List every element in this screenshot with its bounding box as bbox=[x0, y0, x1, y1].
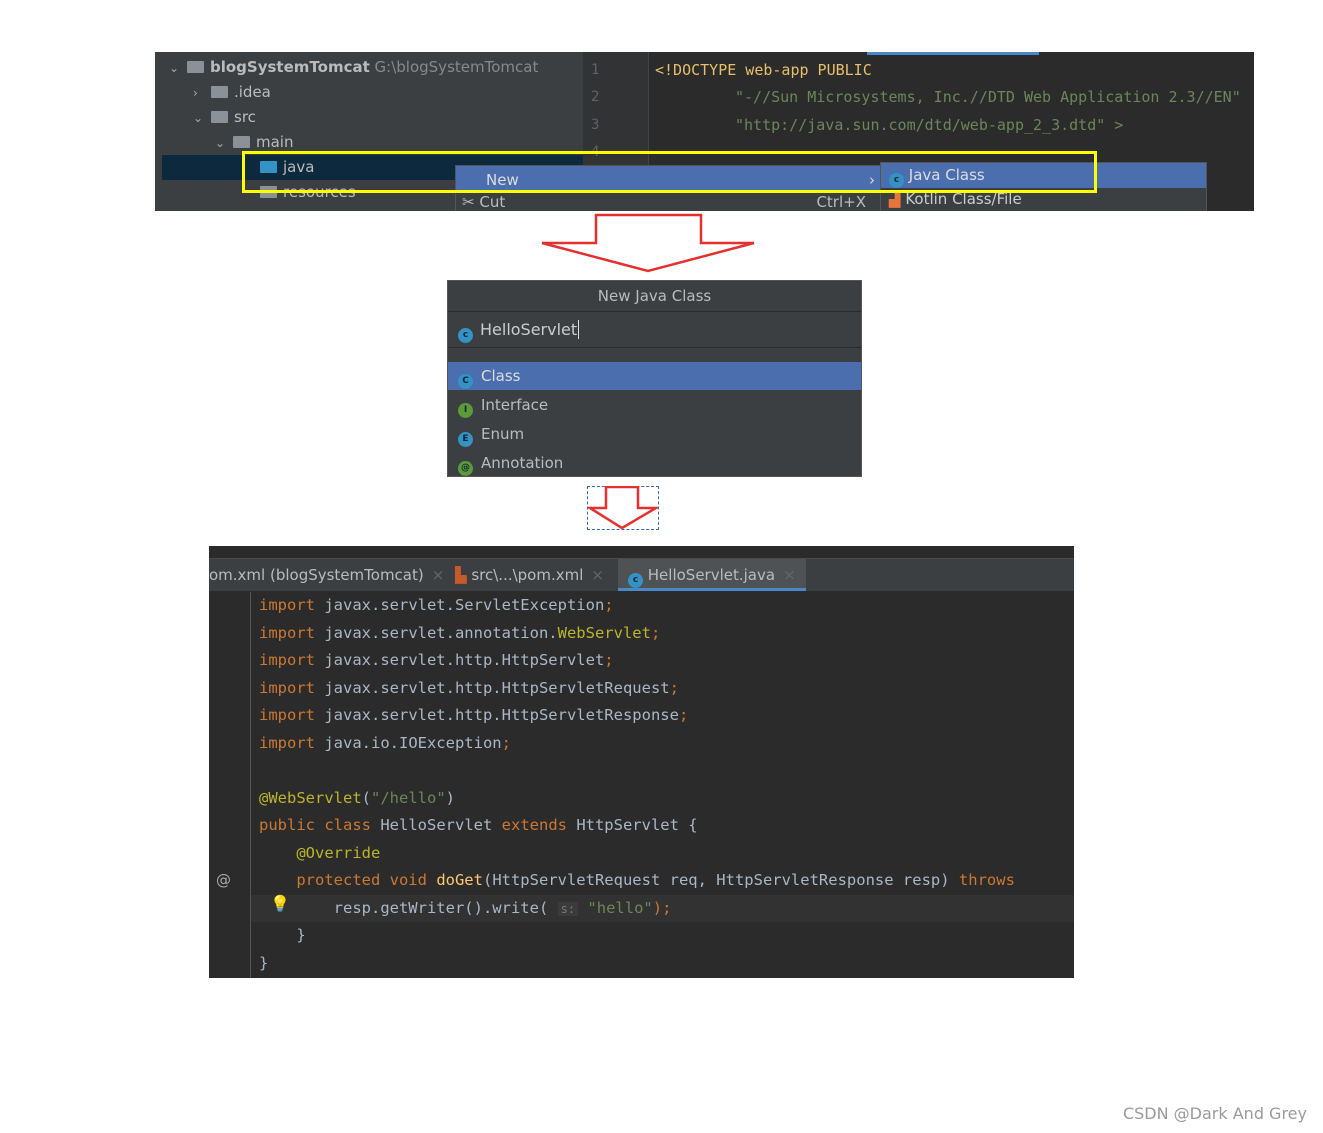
code-line: import javax.servlet.http.HttpServletRes… bbox=[259, 706, 688, 724]
code-token: import bbox=[259, 623, 325, 642]
code-token: resp.getWriter().write( bbox=[259, 898, 558, 917]
code-line: <!DOCTYPE web-app PUBLIC bbox=[655, 61, 872, 79]
code-line: import java.io.IOException; bbox=[259, 734, 511, 752]
tab-helloservlet-java[interactable]: c HelloServlet.java × bbox=[618, 559, 806, 591]
folder-icon bbox=[187, 61, 204, 73]
code-line: protected void doGet(HttpServletRequest … bbox=[259, 871, 1015, 889]
code-token: HelloServlet bbox=[380, 816, 502, 834]
code-token: protected void bbox=[259, 871, 437, 889]
code-token: "/hello" bbox=[371, 788, 446, 807]
tree-item-src[interactable]: ⌄ src bbox=[193, 105, 256, 130]
code-token: ; bbox=[669, 678, 679, 697]
editor-tabs: om.xml (blogSystemTomcat) × ▙ src\...\pom… bbox=[209, 558, 1074, 591]
code-token: s: bbox=[557, 901, 579, 916]
close-icon[interactable]: × bbox=[432, 566, 445, 584]
dialog-title: New Java Class bbox=[448, 281, 861, 312]
close-icon[interactable]: × bbox=[591, 566, 604, 584]
code-line: @WebServlet("/hello") bbox=[259, 789, 455, 807]
code-token: public class bbox=[259, 816, 381, 834]
code-token: extends bbox=[501, 816, 577, 834]
tab-src-pom-xml[interactable]: ▙ src\...\pom.xml × bbox=[455, 559, 604, 591]
code-token: @Override bbox=[259, 843, 381, 862]
code-token: } bbox=[259, 926, 306, 944]
maven-icon: ▙ bbox=[455, 566, 467, 584]
kind-option-enum[interactable]: E Enum bbox=[448, 420, 861, 448]
code-token: ) bbox=[445, 788, 455, 807]
kind-icon: C bbox=[458, 374, 473, 389]
code-token: import bbox=[259, 596, 325, 614]
code-token: HttpServlet { bbox=[576, 816, 698, 834]
kind-icon: E bbox=[458, 432, 473, 447]
editor-tab-indicator bbox=[867, 52, 1039, 55]
code-token: javax.servlet.annotation. bbox=[324, 623, 558, 642]
watermark: CSDN @Dark And Grey bbox=[1122, 1104, 1307, 1123]
code-token: javax.servlet.ServletException bbox=[324, 596, 605, 614]
tree-item-project[interactable]: ⌄ blogSystemTomcat G:\blogSystemTomcat bbox=[169, 55, 538, 80]
new-java-class-dialog: New Java Class c HelloServlet C Class I Inte… bbox=[447, 280, 862, 477]
code-token: import bbox=[259, 651, 325, 669]
code-line: import javax.servlet.ServletException; bbox=[259, 596, 614, 614]
folder-icon bbox=[211, 86, 228, 98]
highlight-box bbox=[242, 151, 1097, 193]
code-token: javax.servlet.http.HttpServlet bbox=[324, 651, 605, 669]
override-marker-icon[interactable]: @ bbox=[216, 871, 231, 889]
down-arrow-icon bbox=[588, 486, 658, 530]
code-token: WebServlet bbox=[557, 623, 651, 642]
down-arrow-icon bbox=[541, 213, 755, 273]
class-icon: c bbox=[628, 573, 643, 588]
code-token: @WebServlet bbox=[259, 788, 362, 807]
code-line: "http://java.sun.com/dtd/web-app_2_3.dtd… bbox=[735, 116, 1124, 134]
kind-option-annotation[interactable]: @ Annotation bbox=[448, 449, 861, 477]
code-line: import javax.servlet.http.HttpServlet; bbox=[259, 651, 614, 669]
code-token: ; bbox=[604, 596, 614, 614]
folder-icon bbox=[233, 136, 250, 148]
code-line: import javax.servlet.http.HttpServletReq… bbox=[259, 679, 679, 697]
code-token: ; bbox=[678, 706, 689, 724]
code-line: } bbox=[259, 954, 268, 972]
code-line: "-//Sun Microsystems, Inc.//DTD Web Appl… bbox=[735, 88, 1241, 106]
kind-option-interface[interactable]: I Interface bbox=[448, 391, 861, 419]
code-token: ; bbox=[501, 733, 511, 752]
close-icon[interactable]: × bbox=[783, 566, 796, 584]
kind-icon: I bbox=[458, 403, 473, 418]
kind-option-class[interactable]: C Class bbox=[448, 362, 861, 390]
code-token: java.io.IOException bbox=[324, 733, 502, 752]
code-token: } bbox=[259, 953, 269, 972]
code-token: ; bbox=[604, 651, 614, 669]
code-editor-screenshot: om.xml (blogSystemTomcat) × ▙ src\...\pom… bbox=[209, 546, 1074, 978]
code-token: throws bbox=[958, 871, 1015, 889]
code-token: doGet bbox=[436, 871, 483, 889]
code-token: javax.servlet.http.HttpServletRequest bbox=[324, 678, 670, 697]
menu-item-cut[interactable]: ✂ Cut Ctrl+X bbox=[462, 193, 874, 211]
class-name-input[interactable]: c HelloServlet bbox=[448, 313, 861, 348]
scissors-icon: ✂ bbox=[462, 193, 475, 211]
code-line: import javax.servlet.annotation.WebServl… bbox=[259, 624, 660, 642]
tab-pom-xml-project[interactable]: om.xml (blogSystemTomcat) × bbox=[209, 559, 444, 591]
code-line: resp.getWriter().write( s: "hello"); bbox=[259, 898, 672, 917]
code-token: javax.servlet.http.HttpServletResponse bbox=[324, 706, 679, 724]
code-token: ( bbox=[361, 788, 371, 807]
folder-icon bbox=[211, 111, 228, 123]
class-icon: c bbox=[458, 328, 473, 343]
code-token: import bbox=[259, 678, 325, 697]
tree-item-idea[interactable]: › .idea bbox=[193, 80, 271, 105]
code-token: import bbox=[259, 706, 325, 724]
code-line: } bbox=[259, 926, 306, 944]
code-token: (HttpServletRequest req, HttpServletResp… bbox=[482, 871, 959, 889]
kind-icon: @ bbox=[458, 461, 473, 476]
code-line: public class HelloServlet extends HttpSe… bbox=[259, 816, 698, 834]
code-token: import bbox=[259, 733, 325, 752]
code-token: "hello" bbox=[587, 898, 653, 917]
code-token: ; bbox=[650, 623, 661, 642]
code-line: @Override bbox=[259, 844, 380, 862]
code-token: ); bbox=[652, 898, 672, 917]
